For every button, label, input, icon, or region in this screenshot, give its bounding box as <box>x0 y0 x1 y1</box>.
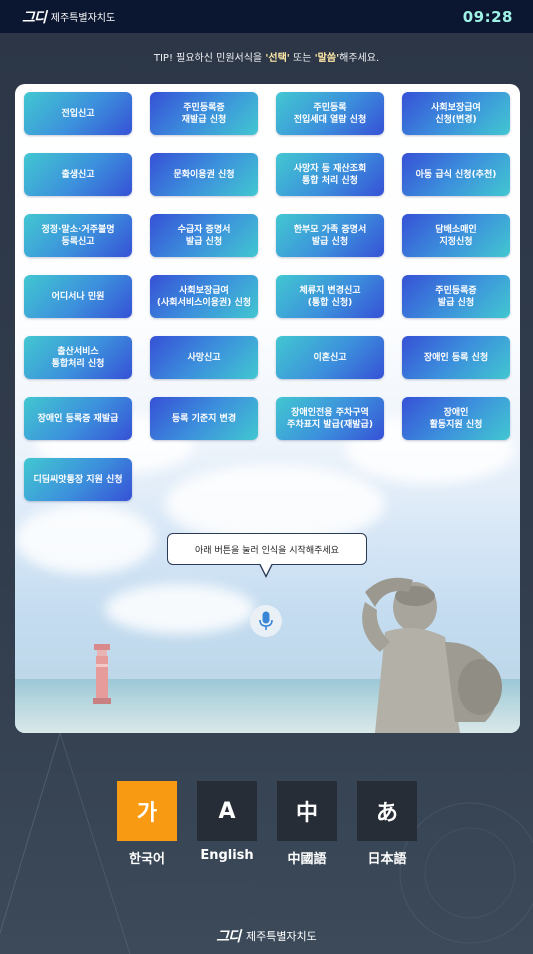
form-button-id-card-reissue[interactable]: 주민등록증 재발급 신청 <box>150 92 258 135</box>
footer-logo-mark: 그디 <box>216 929 241 945</box>
tip-text: TIP! 필요하신 민원서식을 '선택' 또는 '말씀'해주세요. <box>0 49 533 64</box>
form-button-didim-seed-account[interactable]: 디딤씨앗통장 지원 신청 <box>24 458 132 501</box>
language-english-label: English <box>200 848 254 863</box>
form-button-death-report[interactable]: 사망신고 <box>150 336 258 379</box>
background-cloud <box>105 584 255 634</box>
language-selector: 가 한국어 A English 中 中國語 あ 日本語 <box>117 781 417 867</box>
language-chinese-label: 中國語 <box>287 852 327 867</box>
form-button-social-service-voucher[interactable]: 사회보장급여 (사회서비스이용권) 신청 <box>150 275 258 318</box>
background-cloud <box>15 504 155 574</box>
form-button-recipient-certificate[interactable]: 수급자 증명서 발급 신청 <box>150 214 258 257</box>
haenyeo-statue-illustration <box>362 577 502 733</box>
form-button-disabled-parking-permit[interactable]: 장애인전용 주차구역 주차표지 발급(재발급) <box>276 397 384 440</box>
form-selection-panel: 전입신고 주민등록증 재발급 신청 주민등록 전입세대 열람 신청 사회보장급여… <box>15 84 520 733</box>
tip-speak: '말씀' <box>314 53 340 64</box>
form-button-child-meal[interactable]: 아동 급식 신청(추천) <box>402 153 510 196</box>
form-button-id-card-issue[interactable]: 주민등록증 발급 신청 <box>402 275 510 318</box>
clock: 09:28 <box>462 7 513 26</box>
language-english-glyph: A <box>197 781 257 841</box>
language-korean-label: 한국어 <box>129 852 165 867</box>
header-logo: 그디 제주특별자치도 <box>22 7 115 27</box>
form-button-birth-report[interactable]: 출생신고 <box>24 153 132 196</box>
form-button-divorce-report[interactable]: 이혼신고 <box>276 336 384 379</box>
language-chinese[interactable]: 中 中國語 <box>277 781 337 867</box>
form-button-correction-cancellation[interactable]: 정정·말소·거주불명 등록신고 <box>24 214 132 257</box>
language-korean-glyph: 가 <box>117 781 177 841</box>
form-button-tobacco-retailer[interactable]: 담배소매인 지정신청 <box>402 214 510 257</box>
form-button-deceased-property-inquiry[interactable]: 사망자 등 재산조회 통합 처리 신청 <box>276 153 384 196</box>
tip-prefix: TIP! 필요하신 민원서식을 <box>153 53 266 64</box>
top-bar: 그디 제주특별자치도 09:28 <box>0 0 533 33</box>
form-button-registration-base-change[interactable]: 등록 기준지 변경 <box>150 397 258 440</box>
logo-text: 제주특별자치도 <box>50 13 116 24</box>
form-button-residence-change[interactable]: 체류지 변경신고 (통합 신청) <box>276 275 384 318</box>
form-button-grid: 전입신고 주민등록증 재발급 신청 주민등록 전입세대 열람 신청 사회보장급여… <box>24 92 514 501</box>
language-japanese-label: 日本語 <box>367 852 407 867</box>
logo-mark: 그디 <box>22 9 47 26</box>
footer-logo: 그디 제주특별자치도 <box>0 926 533 946</box>
language-korean[interactable]: 가 한국어 <box>117 781 177 867</box>
voice-recognition-button[interactable] <box>250 605 282 637</box>
form-button-disability-card-reissue[interactable]: 장애인 등록증 재발급 <box>24 397 132 440</box>
speech-bubble-tail-inner <box>260 563 272 575</box>
form-button-culture-voucher[interactable]: 문화이용권 신청 <box>150 153 258 196</box>
form-button-single-parent-certificate[interactable]: 한부모 가족 증명서 발급 신청 <box>276 214 384 257</box>
form-button-anywhere-civil[interactable]: 어디서나 민원 <box>24 275 132 318</box>
footer-logo-text: 제주특별자치도 <box>245 930 317 943</box>
lighthouse-illustration <box>93 644 111 704</box>
form-button-social-security-benefit[interactable]: 사회보장급여 신청(변경) <box>402 92 510 135</box>
form-button-disability-activity-support[interactable]: 장애인 활동지원 신청 <box>402 397 510 440</box>
microphone-icon <box>259 611 273 630</box>
form-button-birth-services[interactable]: 출산서비스 통합처리 신청 <box>24 336 132 379</box>
language-japanese[interactable]: あ 日本語 <box>357 781 417 867</box>
language-japanese-glyph: あ <box>357 781 417 841</box>
tip-suffix: 해주세요. <box>339 53 380 64</box>
tip-middle: 또는 <box>289 53 315 64</box>
form-button-disability-registration[interactable]: 장애인 등록 신청 <box>402 336 510 379</box>
language-english[interactable]: A English <box>197 781 257 867</box>
language-chinese-glyph: 中 <box>277 781 337 841</box>
speech-bubble: 아래 버튼을 눌러 인식을 시작해주세요 <box>167 533 367 565</box>
tip-select: '선택' <box>265 53 290 64</box>
form-button-move-in-report[interactable]: 전입신고 <box>24 92 132 135</box>
form-button-resident-registration-inspection[interactable]: 주민등록 전입세대 열람 신청 <box>276 92 384 135</box>
